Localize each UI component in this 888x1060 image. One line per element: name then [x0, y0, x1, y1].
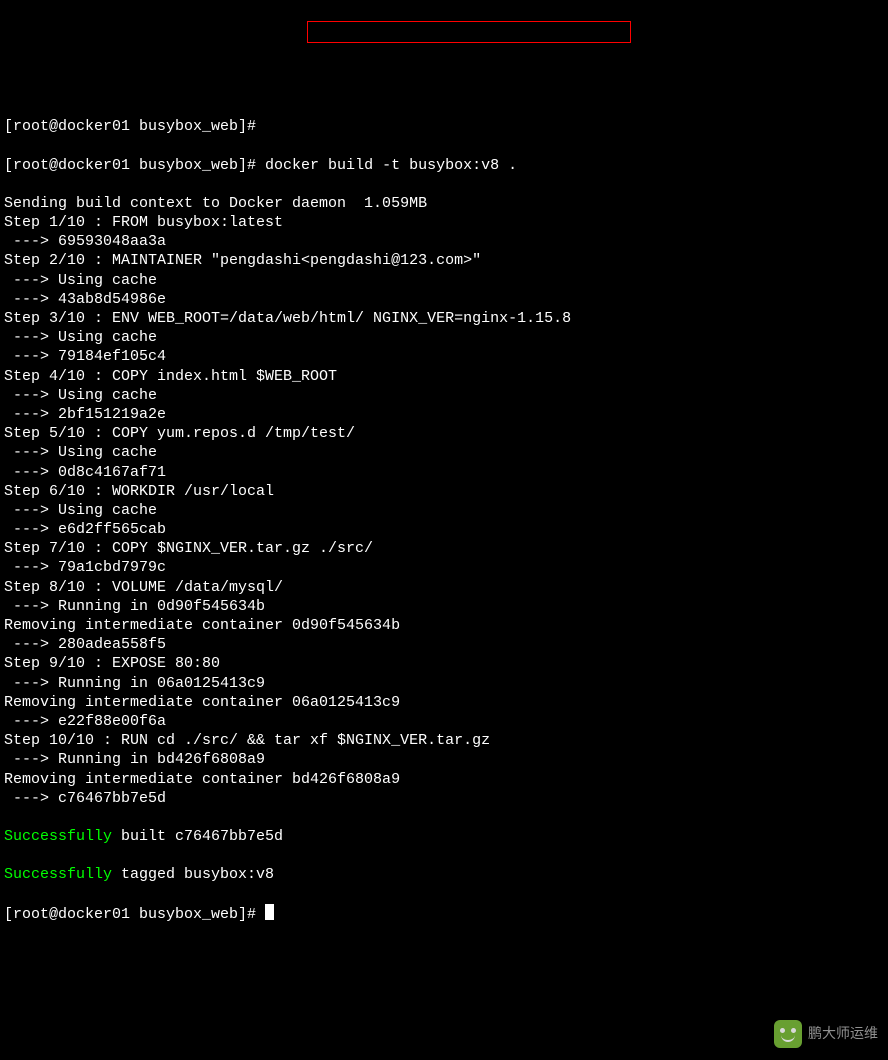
output-line: Step 5/10 : COPY yum.repos.d /tmp/test/	[4, 424, 884, 443]
output-line: Removing intermediate container bd426f68…	[4, 770, 884, 789]
output-line: Sending build context to Docker daemon 1…	[4, 194, 884, 213]
shell-prompt: [root@docker01 busybox_web]#	[4, 906, 256, 923]
output-line: ---> 280adea558f5	[4, 635, 884, 654]
output-line: ---> 0d8c4167af71	[4, 463, 884, 482]
output-line: Step 1/10 : FROM busybox:latest	[4, 213, 884, 232]
output-line: ---> Running in 0d90f545634b	[4, 597, 884, 616]
success-built-line: Successfully built c76467bb7e5d	[4, 827, 884, 846]
output-line: Step 3/10 : ENV WEB_ROOT=/data/web/html/…	[4, 309, 884, 328]
output-line: Step 2/10 : MAINTAINER "pengdashi<pengda…	[4, 251, 884, 270]
output-line: ---> c76467bb7e5d	[4, 789, 884, 808]
output-line: ---> 69593048aa3a	[4, 232, 884, 251]
wechat-icon	[774, 1020, 802, 1048]
shell-prompt: [root@docker01 busybox_web]#	[4, 157, 256, 174]
watermark-text: 鹏大师运维	[808, 1025, 878, 1043]
output-line: Step 4/10 : COPY index.html $WEB_ROOT	[4, 367, 884, 386]
output-line: Removing intermediate container 0d90f545…	[4, 616, 884, 635]
output-line: ---> Using cache	[4, 501, 884, 520]
output-line: Step 10/10 : RUN cd ./src/ && tar xf $NG…	[4, 731, 884, 750]
shell-prompt: [root@docker01 busybox_web]#	[4, 118, 256, 135]
output-line: Step 6/10 : WORKDIR /usr/local	[4, 482, 884, 501]
docker-build-command: docker build -t busybox:v8 .	[256, 157, 517, 174]
success-tagged-line: Successfully tagged busybox:v8	[4, 865, 884, 884]
output-line: ---> Running in bd426f6808a9	[4, 750, 884, 769]
terminal-output: Sending build context to Docker daemon 1…	[4, 194, 884, 808]
prompt-line-1[interactable]: [root@docker01 busybox_web]#	[4, 117, 884, 136]
command-highlight	[307, 21, 631, 43]
output-line: ---> Using cache	[4, 271, 884, 290]
output-line: Step 7/10 : COPY $NGINX_VER.tar.gz ./src…	[4, 539, 884, 558]
output-line: ---> e6d2ff565cab	[4, 520, 884, 539]
prompt-line-3[interactable]: [root@docker01 busybox_web]#	[4, 904, 884, 924]
output-line: ---> Using cache	[4, 328, 884, 347]
output-line: ---> e22f88e00f6a	[4, 712, 884, 731]
output-line: Step 9/10 : EXPOSE 80:80	[4, 654, 884, 673]
output-line: ---> Running in 06a0125413c9	[4, 674, 884, 693]
output-line: Removing intermediate container 06a01254…	[4, 693, 884, 712]
output-line: ---> Using cache	[4, 443, 884, 462]
prompt-line-2[interactable]: [root@docker01 busybox_web]# docker buil…	[4, 156, 884, 175]
output-line: ---> 79a1cbd7979c	[4, 558, 884, 577]
output-line: ---> 79184ef105c4	[4, 347, 884, 366]
watermark: 鹏大师运维	[774, 1020, 878, 1048]
output-line: ---> Using cache	[4, 386, 884, 405]
output-line: Step 8/10 : VOLUME /data/mysql/	[4, 578, 884, 597]
terminal-cursor	[265, 904, 274, 920]
output-line: ---> 43ab8d54986e	[4, 290, 884, 309]
output-line: ---> 2bf151219a2e	[4, 405, 884, 424]
